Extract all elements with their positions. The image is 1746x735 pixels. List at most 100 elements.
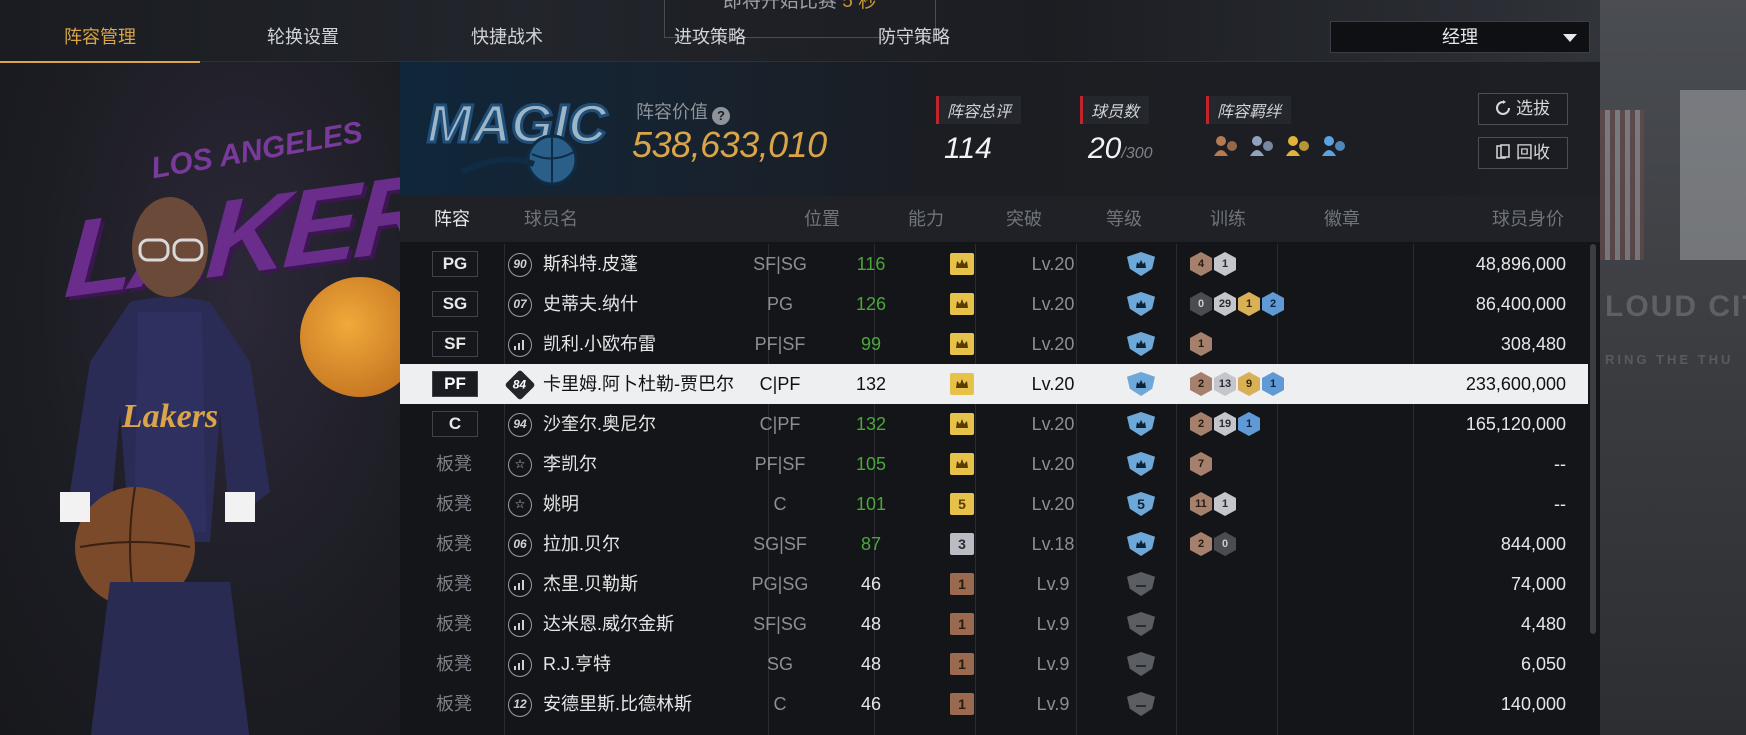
minus-icon [1136, 585, 1146, 587]
chevron-down-icon [1563, 34, 1577, 42]
help-icon[interactable]: ? [712, 107, 730, 125]
table-row[interactable]: SF 凯利.小欧布雷 PF|SF 99 Lv.20 1 308,480 [400, 324, 1588, 364]
col-level[interactable]: 等级 [1106, 196, 1142, 242]
col-badges[interactable]: 徽章 [1324, 196, 1360, 242]
table-row[interactable]: 板凳 ☆ 李凯尔 PF|SF 105 Lv.20 7 -- [400, 444, 1588, 484]
table-row[interactable]: SG 07 史蒂夫.纳什 PG 126 Lv.20 0 29 1 2 86,400,000 [400, 284, 1588, 324]
breakthrough-badge [950, 373, 974, 395]
badge-count: 2 [1262, 292, 1284, 316]
bench-label: 板凳 [436, 494, 472, 514]
role-dropdown-value: 经理 [1442, 27, 1478, 47]
badge-list: 1 [1190, 332, 1212, 356]
jersey-number: 90 [508, 253, 532, 277]
overall-rating-stat: 阵容总评 114 [936, 96, 1022, 166]
minus-icon [1136, 665, 1146, 667]
jersey-number-text: 06 [513, 537, 527, 551]
lineup-slot-tag: PF [432, 371, 478, 397]
player-level: Lv.9 [1036, 654, 1070, 674]
breakthrough-badge: 3 [950, 533, 974, 555]
table-row[interactable]: C 94 沙奎尔.奥尼尔 C|PF 132 Lv.20 2 19 1 165,120,000 [400, 404, 1588, 444]
badge-count: 1 [1214, 492, 1236, 516]
breakthrough-badge: 1 [950, 693, 974, 715]
banner-background [1680, 90, 1746, 260]
player-value: -- [1554, 494, 1566, 514]
tab-offense-strategy[interactable]: 进攻策略 [610, 12, 810, 62]
player-level: Lv.20 [1031, 494, 1075, 514]
col-player-value[interactable]: 球员身价 [1492, 196, 1564, 242]
table-row[interactable]: 板凳 06 拉加.贝尔 SG|SF 87 3 Lv.18 2 0 844,000 [400, 524, 1588, 564]
training-badge [1127, 372, 1155, 396]
player-position: PF|SF [754, 454, 806, 474]
player-count-label: 球员数 [1080, 96, 1150, 124]
col-player-name[interactable]: 球员名 [524, 196, 578, 242]
jersey-number: 84 [504, 369, 536, 401]
training-badge [1127, 532, 1155, 556]
bond-icons [1206, 134, 1348, 158]
col-ability[interactable]: 能力 [908, 196, 944, 242]
tab-defense-strategy[interactable]: 防守策略 [814, 12, 1014, 62]
lineup-slot-tag: SF [432, 331, 478, 357]
col-breakthrough[interactable]: 突破 [1006, 196, 1042, 242]
badge-count: 9 [1238, 372, 1260, 396]
col-position[interactable]: 位置 [804, 196, 840, 242]
player-ability: 105 [855, 454, 887, 474]
table-row[interactable]: PG 90 斯科特.皮蓬 SF|SG 116 Lv.20 4 1 48,896,000 [400, 244, 1588, 284]
select-players-button[interactable]: 选拔 [1478, 93, 1568, 125]
table-row[interactable]: 板凳 12 安德里斯.比德林斯 C 46 1 Lv.9 140,000 [400, 684, 1588, 724]
overall-rating-label: 阵容总评 [936, 96, 1022, 124]
player-count-number: 20 [1088, 132, 1122, 165]
player-ability: 99 [860, 334, 882, 354]
training-badge [1127, 572, 1155, 596]
table-row[interactable]: 板凳 杰里.贝勒斯 PG|SG 46 1 Lv.9 74,000 [400, 564, 1588, 604]
roster-scrollbar[interactable] [1590, 244, 1596, 634]
player-level: Lv.9 [1036, 574, 1070, 594]
player-value: 140,000 [1500, 694, 1566, 714]
training-badge [1127, 652, 1155, 676]
player-position: PG [766, 294, 793, 314]
col-lineup[interactable]: 阵容 [434, 196, 470, 242]
player-count-max: /300 [1121, 145, 1153, 162]
player-position: PG|SG [751, 574, 809, 594]
training-badge: 5 [1127, 492, 1155, 516]
badge-list: 7 [1190, 452, 1212, 476]
training-level: 5 [1137, 496, 1145, 512]
bond-icon-bronze[interactable] [1212, 134, 1240, 158]
tab-rotation-settings[interactable]: 轮换设置 [203, 12, 403, 62]
breakthrough-level: 1 [958, 576, 966, 592]
table-row[interactable]: 板凳 达米恩.威尔金斯 SF|SG 48 1 Lv.9 4,480 [400, 604, 1588, 644]
table-row[interactable]: 板凳 R.J.亨特 SG 48 1 Lv.9 6,050 [400, 644, 1588, 684]
recycle-button[interactable]: 回收 [1478, 137, 1568, 169]
breakthrough-badge [950, 293, 974, 315]
tab-quick-tactics[interactable]: 快捷战术 [407, 12, 607, 62]
tab-lineup-management[interactable]: 阵容管理 [0, 12, 200, 63]
crown-icon [1136, 420, 1146, 428]
role-dropdown[interactable]: 经理 [1330, 21, 1590, 53]
bond-icon-blue[interactable] [1320, 134, 1348, 158]
player-ability: 48 [860, 654, 882, 674]
player-count-value: 20/300 [1080, 132, 1153, 166]
bench-label: 板凳 [436, 534, 472, 554]
jersey-number-text: 90 [513, 257, 527, 271]
player-level: Lv.18 [1031, 534, 1075, 554]
player-ability: 116 [856, 254, 886, 274]
table-row[interactable]: 板凳 ☆ 姚明 C 101 5 Lv.20 5 11 1 -- [400, 484, 1588, 524]
player-level: Lv.20 [1031, 414, 1075, 434]
training-badge [1127, 692, 1155, 716]
bond-icon-gold[interactable] [1284, 134, 1312, 158]
table-row[interactable]: PF 84 卡里姆.阿卜杜勒-贾巴尔 C|PF 132 Lv.20 2 13 9 1 233,600… [400, 364, 1588, 404]
player-position: SF|SG [753, 254, 807, 274]
badge-list: 2 19 1 [1190, 412, 1260, 436]
minus-icon [1136, 705, 1146, 707]
player-name: 达米恩.威尔金斯 [543, 614, 675, 634]
badge-list: 20 [1190, 532, 1236, 556]
player-position: SG [766, 654, 793, 674]
badge-list: 41 [1190, 252, 1236, 276]
svg-text:Lakers: Lakers [121, 398, 218, 435]
breakthrough-level: 1 [958, 656, 966, 672]
team-logo-text: MAGIC [427, 94, 608, 154]
badge-count: 1 [1190, 332, 1212, 356]
player-name: 斯科特.皮蓬 [543, 254, 639, 274]
col-training[interactable]: 训练 [1210, 196, 1246, 242]
bond-icon-silver[interactable] [1248, 134, 1276, 158]
player-ability: 101 [855, 494, 887, 514]
